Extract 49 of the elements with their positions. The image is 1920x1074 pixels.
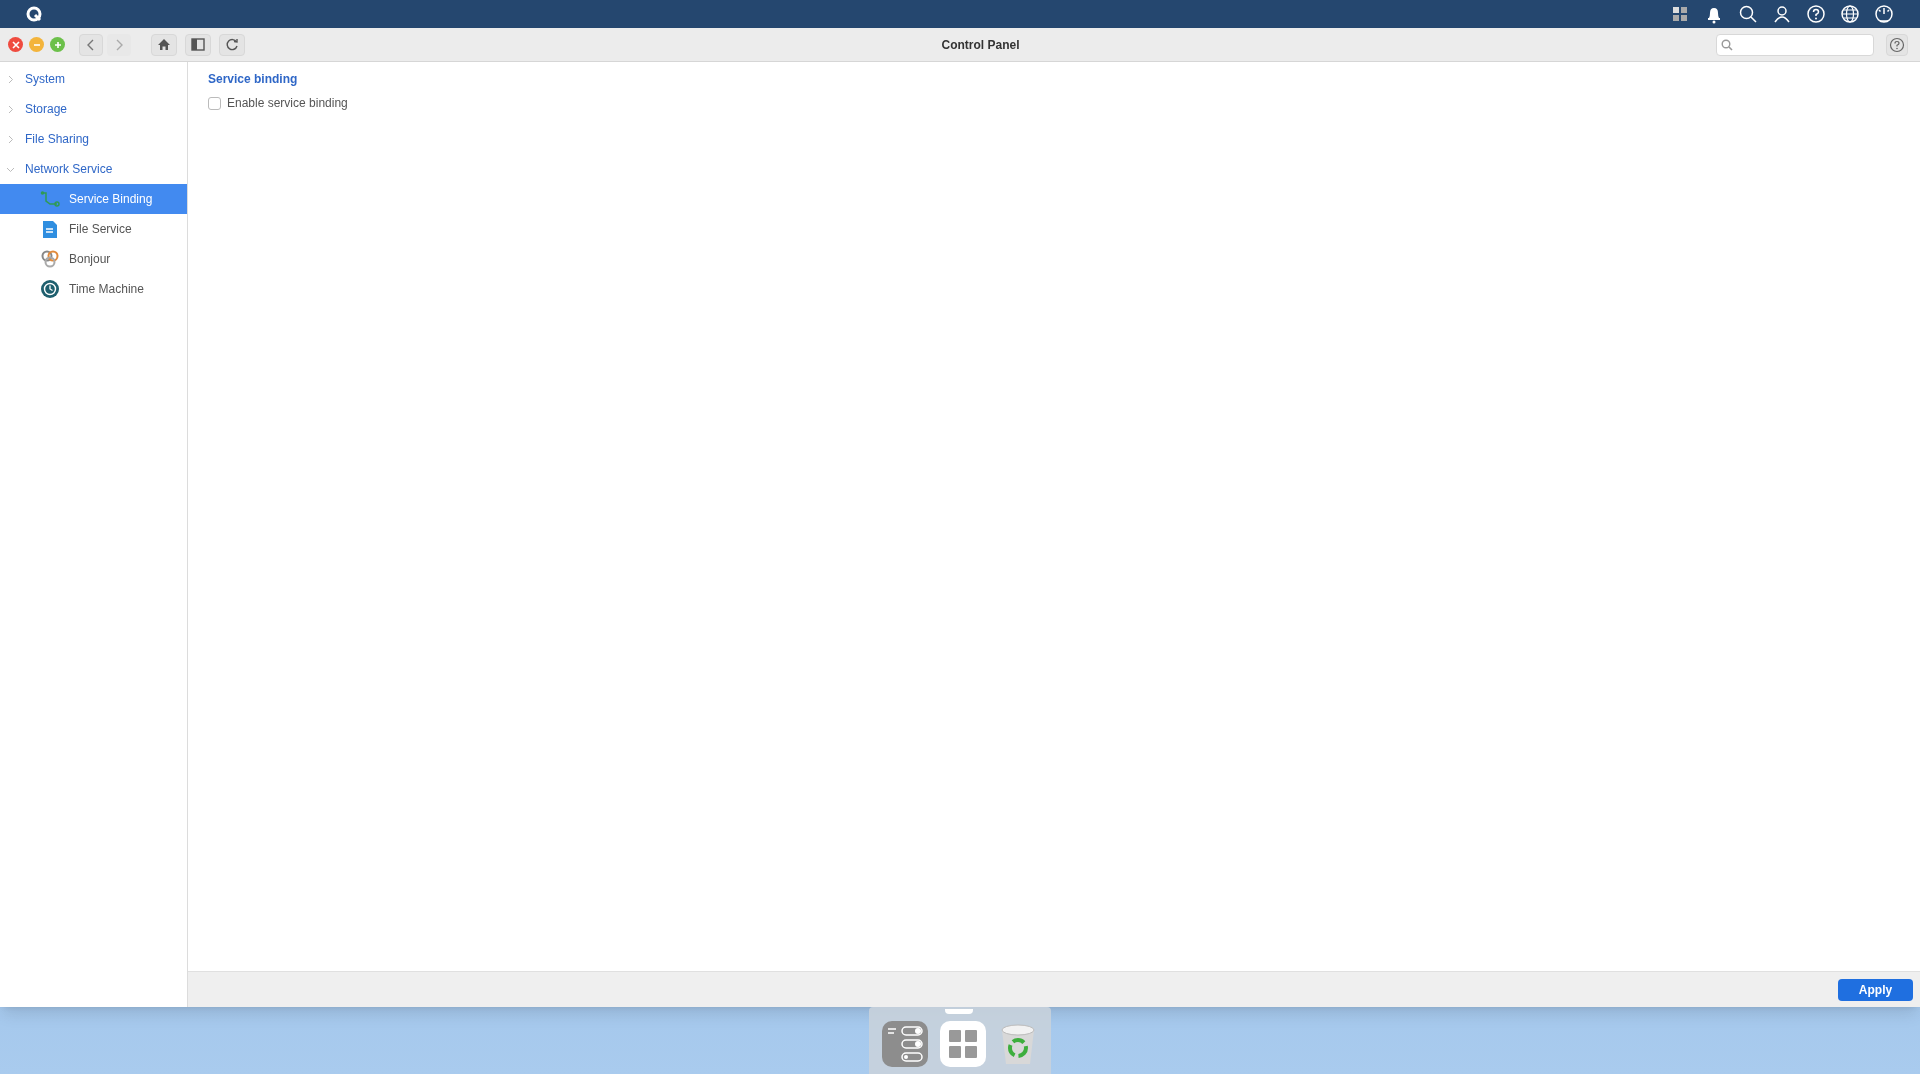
home-button[interactable] <box>151 33 177 56</box>
search-icon[interactable] <box>1738 4 1758 24</box>
chevron-right-icon[interactable] <box>6 134 15 144</box>
search-icon <box>1721 38 1733 51</box>
help-icon[interactable] <box>1806 4 1826 24</box>
sidebar-item[interactable]: Service Binding <box>0 184 187 214</box>
chevron-left-icon <box>86 38 96 51</box>
help-button[interactable] <box>1886 33 1908 56</box>
home-icon <box>157 38 171 51</box>
chevron-right-icon[interactable] <box>6 74 15 84</box>
maximize-button[interactable] <box>50 37 65 52</box>
section-title: Service binding <box>208 71 299 86</box>
sidebar-item[interactable]: Time Machine <box>0 274 187 304</box>
link-nodes-icon <box>40 190 60 208</box>
dock-handle[interactable] <box>945 1009 973 1014</box>
sidebar-toggle-button[interactable] <box>185 33 211 56</box>
user-icon[interactable] <box>1772 4 1792 24</box>
sidebar-item[interactable]: File Service <box>0 214 187 244</box>
close-button[interactable] <box>8 37 23 52</box>
window-title: Control Panel <box>941 36 1020 54</box>
gauge-icon[interactable] <box>1874 4 1894 24</box>
apply-button[interactable]: Apply <box>1838 978 1913 1001</box>
sidebar-item[interactable]: Bonjour <box>0 244 187 274</box>
clock-icon <box>40 279 60 299</box>
chevron-right-icon[interactable] <box>6 104 15 114</box>
plus-icon <box>53 40 62 49</box>
recycle-bin-icon[interactable] <box>998 1021 1038 1066</box>
control-panel-toggles-icon[interactable] <box>882 1020 928 1067</box>
checkbox[interactable] <box>208 96 221 110</box>
document-icon <box>42 219 58 239</box>
help-icon <box>1889 36 1905 53</box>
sidebar-category[interactable]: File Sharing <box>25 130 90 148</box>
minimize-button[interactable] <box>29 37 44 52</box>
globe-icon[interactable] <box>1840 4 1860 24</box>
sidebar-category[interactable]: Storage <box>25 100 68 118</box>
rings-icon <box>40 249 60 269</box>
apps-grid-icon[interactable] <box>1670 4 1690 24</box>
sidebar-category[interactable]: System <box>25 70 65 88</box>
refresh-icon <box>225 37 239 52</box>
sidebar-panel-icon <box>191 38 205 51</box>
checkbox-label: Enable service binding <box>227 95 348 112</box>
back-button[interactable] <box>79 33 103 56</box>
close-icon <box>11 40 20 49</box>
refresh-button[interactable] <box>219 33 245 56</box>
logo-icon[interactable] <box>26 6 42 22</box>
search-field[interactable] <box>1716 33 1874 56</box>
app-grid-icon[interactable] <box>940 1020 986 1067</box>
chevron-right-icon <box>114 38 124 51</box>
sidebar-category[interactable]: Network Service <box>25 160 113 178</box>
